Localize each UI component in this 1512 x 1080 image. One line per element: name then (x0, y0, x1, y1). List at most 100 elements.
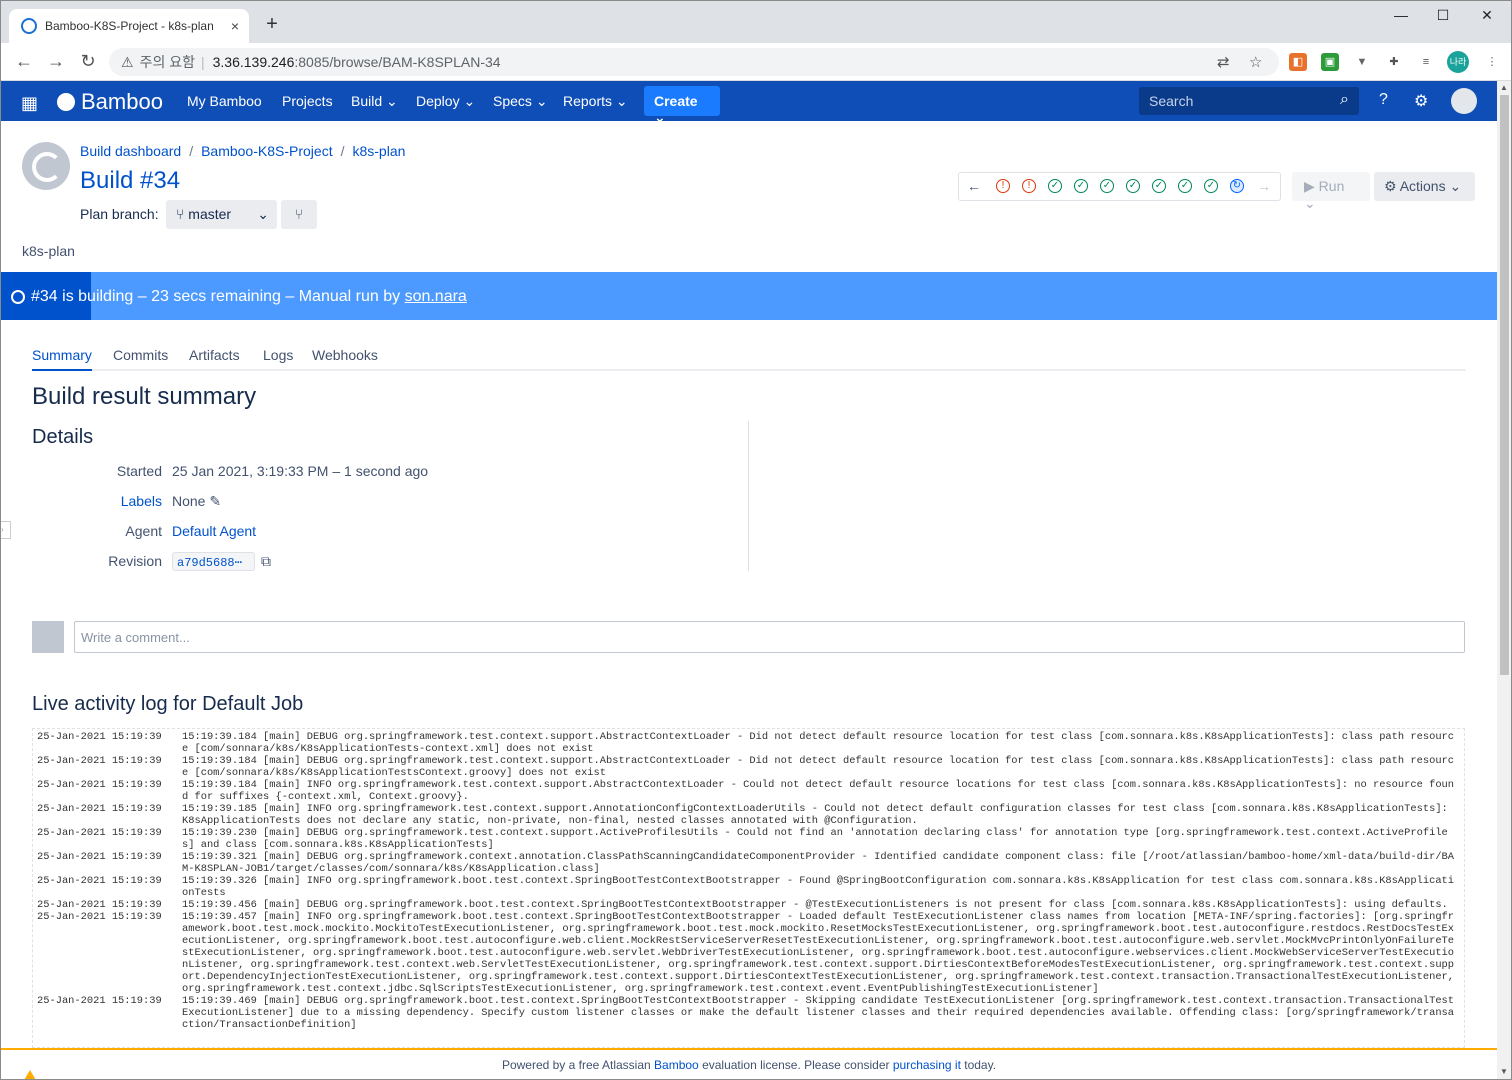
help-icon[interactable]: ? (1379, 91, 1388, 109)
result-tabs: Summary Commits Artifacts Logs Webhooks (32, 347, 1466, 371)
chevron-down-icon: ⌄ (535, 93, 548, 109)
building-status-icon (22, 142, 70, 190)
menu-my-bamboo[interactable]: My Bamboo (187, 93, 262, 109)
breadcrumb-project[interactable]: Bamboo-K8S-Project (201, 143, 333, 159)
footer-prefix: Powered by a free Atlassian (501, 1058, 655, 1072)
menu-reports[interactable]: Reports ⌄ (563, 93, 628, 110)
logo-text: Bamboo (81, 89, 163, 114)
menu-reports-label: Reports (563, 93, 613, 109)
search-icon: ⌕ (1340, 91, 1349, 108)
comment-placeholder: Write a comment... (81, 630, 190, 645)
build-success-icon[interactable]: ✓ (1074, 179, 1088, 193)
breadcrumb-separator: / (189, 143, 194, 159)
page-scrollbar[interactable]: ▲ ▼ (1497, 81, 1511, 1079)
bamboo-logo[interactable]: Bamboo (57, 89, 163, 115)
log-message: 15:19:39.457 [main] INFO org.springframe… (182, 911, 1461, 995)
labels-label[interactable]: Labels (32, 493, 162, 509)
back-icon[interactable]: ← (13, 51, 35, 72)
build-failed-icon[interactable]: ! (996, 179, 1010, 193)
extension-icon[interactable]: ▼ (1353, 53, 1371, 71)
build-success-icon[interactable]: ✓ (1204, 179, 1218, 193)
close-tab-icon[interactable]: × (231, 18, 239, 34)
build-history: ← ! ! ✓ ✓ ✓ ✓ ✓ ✓ ✓ ↻ → (958, 172, 1281, 201)
tab-artifacts[interactable]: Artifacts (189, 347, 240, 371)
chevron-down-icon: ⌄ (615, 93, 628, 109)
chevron-down-icon: ⌄ (386, 93, 398, 109)
build-failed-icon[interactable]: ! (1022, 179, 1036, 193)
build-in-progress-icon[interactable]: ↻ (1230, 179, 1244, 193)
menu-projects[interactable]: Projects (282, 93, 333, 109)
build-status-banner: #34 is building – 23 secs remaining – Ma… (1, 272, 1497, 320)
url-bar[interactable]: ⚠ 주의 요함 | 3.36.139.246 :8085/browse/BAM-… (109, 48, 1279, 76)
log-message: 15:19:39.469 [main] DEBUG org.springfram… (182, 995, 1455, 1031)
log-timestamp: 25-Jan-2021 15:19:39 (37, 995, 162, 1007)
tab-title: Bamboo-K8S-Project - k8s-plan (45, 19, 214, 33)
build-success-icon[interactable]: ✓ (1126, 179, 1140, 193)
copy-icon[interactable]: ⧉ (261, 553, 271, 570)
scrollbar-thumb[interactable] (1500, 95, 1509, 675)
breadcrumb: Build dashboard / Bamboo-K8S-Project / k8s-p… (80, 143, 405, 159)
browser-tab[interactable]: Bamboo-K8S-Project - k8s-plan × (9, 9, 249, 43)
create-button[interactable]: Create ⌄ (644, 86, 720, 125)
security-label: 주의 요함 (139, 54, 195, 70)
log-message: 15:19:39.456 [main] DEBUG org.springfram… (182, 899, 1448, 911)
menu-build[interactable]: Build ⌄ (351, 93, 398, 110)
run-button[interactable]: ▶ Run ⌄ (1292, 172, 1370, 211)
minimize-icon[interactable]: — (1381, 7, 1421, 23)
revision-label: Revision (108, 553, 162, 569)
build-success-icon[interactable]: ✓ (1152, 179, 1166, 193)
started-value: 25 Jan 2021, 3:19:33 PM – 1 second ago (172, 463, 429, 479)
tab-commits[interactable]: Commits (113, 347, 168, 371)
purchase-link[interactable]: purchasing it (893, 1058, 961, 1072)
new-tab-button[interactable]: + (261, 13, 283, 36)
breadcrumb-build-dashboard[interactable]: Build dashboard (80, 143, 181, 159)
labels-text: None (172, 493, 206, 509)
translate-icon[interactable]: ⇄ (1217, 53, 1230, 71)
plan-branch-select[interactable]: ⑂ master ⌄ (166, 200, 277, 229)
user-avatar[interactable] (1451, 88, 1477, 114)
branch-settings-button[interactable]: ⑂ (281, 200, 317, 229)
agent-link[interactable]: Default Agent (172, 523, 256, 539)
chevron-down-icon: ⌄ (1304, 195, 1316, 211)
search-input[interactable]: Search ⌕ (1139, 87, 1359, 115)
create-label: Create (654, 93, 698, 109)
reading-list-icon[interactable]: ≡ (1417, 53, 1435, 71)
extension-icon[interactable]: ▣ (1321, 53, 1339, 71)
menu-specs[interactable]: Specs ⌄ (493, 93, 548, 110)
puzzle-icon[interactable]: ✚ (1385, 53, 1403, 71)
build-success-icon[interactable]: ✓ (1100, 179, 1114, 193)
actions-button[interactable]: ⚙ Actions ⌄ (1374, 172, 1475, 201)
reload-icon[interactable]: ↻ (77, 51, 99, 72)
tab-webhooks[interactable]: Webhooks (312, 347, 378, 371)
extension-icon[interactable]: ◧ (1289, 53, 1307, 71)
trigger-user-link[interactable]: son.nara (405, 288, 467, 305)
actions-label: Actions (1399, 178, 1446, 194)
breadcrumb-plan[interactable]: k8s-plan (352, 143, 405, 159)
summary-heading: Build result summary (32, 383, 257, 410)
pencil-icon[interactable]: ✎ (209, 493, 221, 509)
close-window-icon[interactable]: ✕ (1467, 7, 1507, 24)
gear-icon[interactable]: ⚙ (1414, 91, 1428, 111)
log-timestamp: 25-Jan-2021 15:19:39 (37, 899, 162, 911)
plan-branch-label: Plan branch: (80, 206, 159, 222)
plan-name: k8s-plan (22, 243, 75, 259)
forward-icon[interactable]: → (45, 51, 67, 72)
menu-icon[interactable]: ⋮ (1483, 53, 1501, 71)
menu-deploy[interactable]: Deploy ⌄ (416, 93, 475, 110)
bookmark-star-icon[interactable]: ☆ (1249, 53, 1262, 71)
build-success-icon[interactable]: ✓ (1178, 179, 1192, 193)
tab-logs[interactable]: Logs (263, 347, 293, 371)
building-icon (11, 290, 25, 304)
scroll-down-icon[interactable]: ▼ (1500, 1067, 1508, 1076)
previous-build-icon[interactable]: ← (967, 179, 981, 193)
sidebar-toggle-icon[interactable]: › (1, 521, 11, 539)
scroll-up-icon[interactable]: ▲ (1500, 83, 1508, 92)
app-switcher-icon[interactable]: ▦ (21, 93, 38, 114)
profile-avatar[interactable]: 나라 (1447, 51, 1469, 73)
maximize-icon[interactable]: ☐ (1423, 7, 1463, 24)
tab-summary[interactable]: Summary (32, 347, 92, 371)
build-success-icon[interactable]: ✓ (1048, 179, 1062, 193)
comment-input[interactable]: Write a comment... (74, 621, 1465, 653)
revision-hash[interactable]: a79d5688⋯ (172, 552, 255, 571)
bamboo-link[interactable]: Bamboo (654, 1058, 699, 1072)
